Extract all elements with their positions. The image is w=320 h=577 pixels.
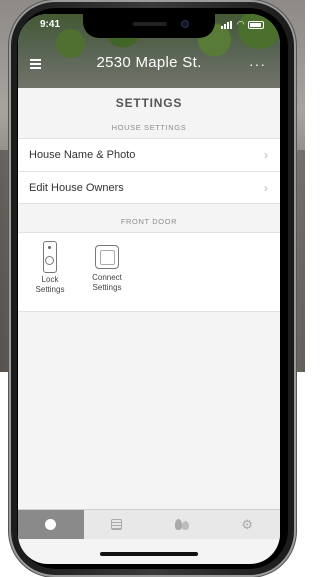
tab-settings[interactable]: ⚙	[215, 510, 281, 539]
tab-guests[interactable]	[149, 510, 215, 539]
status-icons: ◠	[221, 19, 264, 30]
settings-content: SETTINGS HOUSE SETTINGS House Name & Pho…	[18, 88, 280, 508]
tile-connect-settings[interactable]: Connect Settings	[83, 241, 131, 293]
page-title: SETTINGS	[115, 96, 183, 110]
signal-icon	[221, 20, 233, 29]
tile-label-line1: Lock	[41, 275, 59, 284]
tile-label-line1: Connect	[92, 273, 122, 282]
tile-lock-settings[interactable]: Lock Settings	[26, 241, 74, 295]
house-settings-list: House Name & Photo › Edit House Owners ›	[18, 138, 280, 204]
connect-bridge-icon	[95, 245, 119, 269]
section-header-front-door: FRONT DOOR	[120, 217, 178, 226]
tile-label-line2: Settings	[92, 283, 122, 292]
tab-activity[interactable]	[84, 510, 150, 539]
tile-label-line2: Settings	[35, 285, 65, 294]
guests-icon	[174, 519, 190, 530]
chevron-right-icon: ›	[264, 148, 268, 162]
top-bar: 2530 Maple St. ···	[18, 54, 280, 76]
front-door-devices: Lock Settings Connect Settings	[18, 232, 280, 312]
row-house-name-photo[interactable]: House Name & Photo ›	[18, 138, 280, 171]
tab-home[interactable]	[18, 510, 84, 539]
chevron-right-icon: ›	[264, 181, 268, 195]
battery-icon	[248, 20, 264, 29]
row-label: Edit House Owners	[29, 182, 124, 194]
app-screen: 9:41 ◠ 2530 Maple St. ··· SETTINGS HOUSE…	[18, 14, 280, 564]
house-title: 2530 Maple St.	[96, 54, 202, 71]
smart-lock-icon	[43, 241, 57, 273]
bottom-tab-bar: ⚙	[18, 509, 280, 539]
status-time: 9:41	[40, 19, 61, 30]
status-bar: 9:41 ◠	[18, 18, 280, 32]
settings-gear-icon: ⚙	[241, 517, 254, 532]
more-options-icon[interactable]: ···	[249, 56, 266, 72]
home-indicator[interactable]	[100, 552, 198, 556]
activity-list-icon	[110, 519, 122, 530]
row-edit-house-owners[interactable]: Edit House Owners ›	[18, 171, 280, 204]
wifi-icon: ◠	[237, 19, 244, 29]
home-dot-icon	[45, 519, 57, 530]
section-header-house-settings: HOUSE SETTINGS	[111, 123, 187, 132]
row-label: House Name & Photo	[29, 149, 136, 161]
